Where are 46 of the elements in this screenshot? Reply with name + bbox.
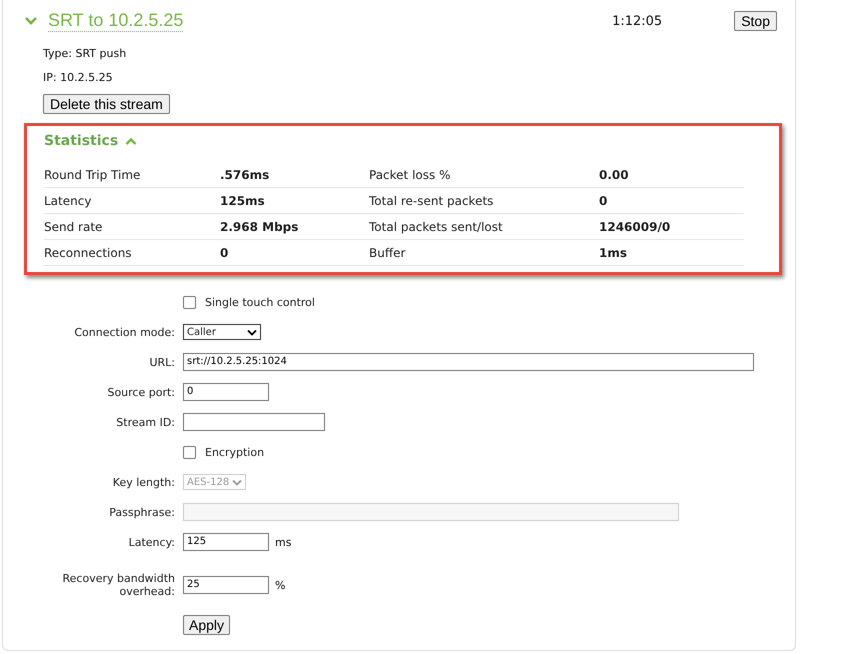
stat-value: 1ms xyxy=(599,246,628,260)
stat-value: .576ms xyxy=(220,168,270,182)
field-label: URL: xyxy=(149,356,175,368)
stat-label: Round Trip Time xyxy=(44,168,142,182)
field-label: Passphrase: xyxy=(109,506,175,518)
stat-label: Reconnections xyxy=(44,246,133,260)
checkbox-label: Single touch control xyxy=(205,296,315,308)
chevron-icon[interactable] xyxy=(24,16,38,26)
stat-value: 125ms xyxy=(220,194,266,208)
input-field[interactable]: 125 xyxy=(183,533,269,551)
stat-value: 1246009/0 xyxy=(599,220,672,234)
chevron-icon[interactable] xyxy=(125,136,138,146)
caret-icon xyxy=(232,478,242,486)
field-label: Connection mode: xyxy=(74,326,175,338)
stream-type: Type: SRT push xyxy=(43,46,126,62)
input-field[interactable]: srt://10.2.5.25:1024 xyxy=(183,353,754,371)
elapsed-time: 1:12:05 xyxy=(612,14,662,28)
stream-ip: IP: 10.2.5.25 xyxy=(43,70,113,86)
stat-label: Packet loss % xyxy=(369,168,452,182)
input-field[interactable]: 0 xyxy=(183,383,269,401)
checkbox[interactable] xyxy=(183,446,196,458)
field-label: Latency: xyxy=(128,536,175,548)
input-field[interactable]: 25 xyxy=(183,576,269,594)
field-label: Recovery bandwidth overhead: xyxy=(62,572,175,598)
stat-label: Buffer xyxy=(369,246,406,260)
stop-button[interactable]: Stop xyxy=(734,11,777,31)
stat-value: 0.00 xyxy=(599,168,630,182)
delete-stream-button[interactable]: Delete this stream xyxy=(43,94,170,114)
stat-label: Latency xyxy=(44,194,92,208)
field-label: Key length: xyxy=(112,476,175,488)
field-label: Stream ID: xyxy=(116,416,175,428)
stat-value: 2.968 Mbps xyxy=(220,220,300,234)
stat-value: 0 xyxy=(599,194,608,208)
unit-label: ms xyxy=(275,536,292,548)
checkbox-label: Encryption xyxy=(205,446,264,458)
stat-label: Total packets sent/lost xyxy=(369,220,504,234)
dropdown[interactable]: Caller xyxy=(183,324,261,340)
caret-icon xyxy=(247,328,257,336)
apply-button[interactable]: Apply xyxy=(183,615,230,635)
stat-label: Send rate xyxy=(44,220,104,234)
checkbox[interactable] xyxy=(183,296,196,308)
stat-label: Total re-sent packets xyxy=(369,194,494,208)
unit-label: % xyxy=(275,578,286,592)
stat-value: 0 xyxy=(220,246,230,260)
input-field[interactable] xyxy=(183,413,325,431)
field-label: Source port: xyxy=(107,386,175,398)
